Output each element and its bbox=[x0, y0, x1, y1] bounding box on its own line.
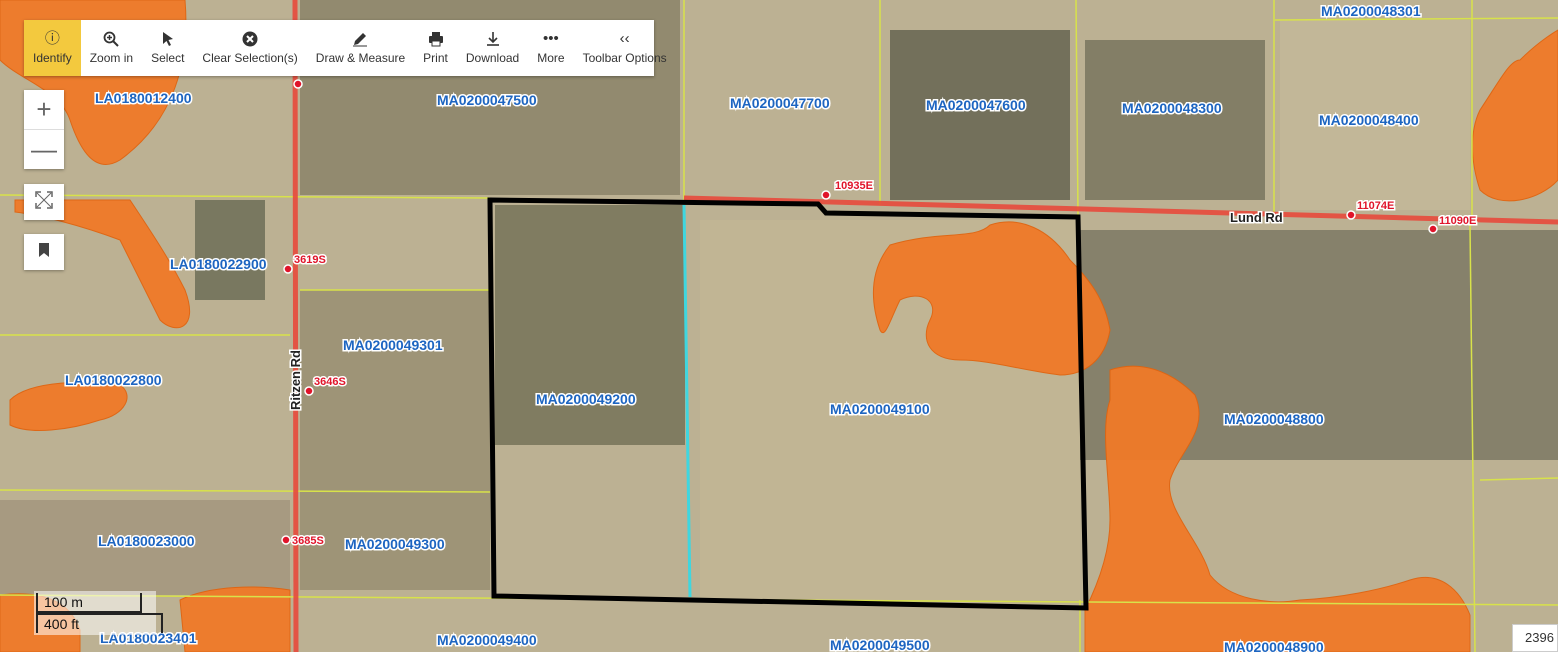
address-point[interactable] bbox=[293, 79, 303, 89]
parcel-label[interactable]: MA0200049500 bbox=[829, 636, 932, 652]
clear-selection-label: Clear Selection(s) bbox=[202, 51, 298, 65]
bookmark-icon bbox=[38, 242, 50, 263]
identify-button[interactable]: ⓘ Identify bbox=[24, 20, 81, 76]
parcel-label[interactable]: LA0180023000 bbox=[97, 532, 197, 551]
parcel-label[interactable]: MA0200047700 bbox=[729, 94, 832, 113]
scale-bar: 100 m 400 ft bbox=[34, 591, 163, 635]
clear-selection-button[interactable]: Clear Selection(s) bbox=[193, 20, 306, 76]
minus-icon: — bbox=[31, 134, 57, 164]
full-extent-button[interactable] bbox=[24, 184, 64, 220]
parcel-label[interactable]: MA0200049200 bbox=[535, 390, 638, 409]
clear-circle-icon bbox=[242, 31, 258, 49]
parcel-label[interactable]: MA0200049301 bbox=[342, 336, 445, 355]
parcel-label[interactable]: MA0200048301 bbox=[1320, 2, 1423, 21]
coordinate-readout: 2396 bbox=[1512, 624, 1558, 652]
plus-icon: + bbox=[36, 94, 52, 124]
magnifier-plus-icon bbox=[103, 31, 120, 49]
parcel-label[interactable]: MA0200048800 bbox=[1223, 410, 1326, 429]
print-button[interactable]: Print bbox=[414, 20, 457, 76]
print-label: Print bbox=[423, 51, 448, 65]
ellipsis-icon: ••• bbox=[543, 30, 559, 47]
address-point[interactable] bbox=[304, 386, 314, 396]
download-button[interactable]: Download bbox=[457, 20, 528, 76]
road-label-lund: Lund Rd bbox=[1230, 210, 1283, 225]
zoom-in-label: Zoom in bbox=[89, 51, 134, 65]
double-chevron-left-icon: ‹‹ bbox=[619, 30, 630, 47]
more-label: More bbox=[537, 51, 565, 65]
scale-imperial: 400 ft bbox=[36, 613, 163, 633]
address-label: 3646S bbox=[314, 376, 346, 388]
toolbar-options-label: Toolbar Options bbox=[582, 51, 667, 65]
address-label: 11090E bbox=[1439, 215, 1476, 227]
parcel-label[interactable]: MA0200049400 bbox=[436, 631, 539, 650]
more-button[interactable]: ••• More bbox=[528, 20, 573, 76]
address-label: 3619S bbox=[294, 254, 326, 266]
info-icon: ⓘ bbox=[44, 30, 60, 47]
zoom-in-plus-button[interactable]: + bbox=[24, 90, 64, 129]
address-label: 11074E bbox=[1357, 200, 1394, 212]
address-point[interactable] bbox=[283, 264, 293, 274]
address-point[interactable] bbox=[281, 535, 291, 545]
scale-metric: 100 m bbox=[36, 593, 142, 613]
parcel-label[interactable]: MA0200049300 bbox=[344, 535, 447, 554]
map-canvas[interactable]: LA0180012400 MA0200047500 MA0200047700 M… bbox=[0, 0, 1558, 652]
expand-arrows-icon bbox=[35, 190, 53, 214]
parcel-label[interactable]: LA0180022800 bbox=[64, 371, 164, 390]
parcel-label[interactable]: MA0200048900 bbox=[1223, 638, 1326, 652]
toolbar-options-button[interactable]: ‹‹ Toolbar Options bbox=[574, 20, 676, 76]
zoom-out-button[interactable]: — bbox=[24, 129, 64, 169]
download-icon bbox=[485, 31, 501, 49]
pencil-icon bbox=[352, 31, 368, 49]
draw-measure-label: Draw & Measure bbox=[315, 51, 406, 65]
printer-icon bbox=[428, 31, 444, 49]
map-toolbar: ⓘ Identify Zoom in Select Clear Selectio… bbox=[24, 20, 667, 76]
parcel-label[interactable]: MA0200048300 bbox=[1121, 99, 1224, 118]
parcel-label[interactable]: MA0200049100 bbox=[829, 400, 932, 419]
draw-measure-button[interactable]: Draw & Measure bbox=[307, 20, 414, 76]
parcel-label[interactable]: MA0200048400 bbox=[1318, 111, 1421, 130]
identify-label: Identify bbox=[33, 51, 72, 65]
road-label-ritzen: Ritzen Rd bbox=[288, 350, 303, 410]
parcel-label[interactable]: MA0200047500 bbox=[436, 91, 539, 110]
zoom-in-button[interactable]: Zoom in bbox=[81, 20, 142, 76]
download-label: Download bbox=[465, 51, 520, 65]
address-point[interactable] bbox=[821, 190, 831, 200]
parcel-label[interactable]: LA0180022900 bbox=[169, 255, 269, 274]
zoom-control: + — bbox=[24, 90, 64, 169]
address-point[interactable] bbox=[1428, 224, 1438, 234]
select-button[interactable]: Select bbox=[142, 20, 193, 76]
select-label: Select bbox=[151, 51, 185, 65]
cursor-arrow-icon bbox=[160, 31, 176, 49]
parcel-label[interactable]: LA0180012400 bbox=[94, 89, 194, 108]
address-label: 10935E bbox=[835, 180, 873, 192]
address-point[interactable] bbox=[1346, 210, 1356, 220]
bookmark-button[interactable] bbox=[24, 234, 64, 270]
parcel-label[interactable]: MA0200047600 bbox=[925, 96, 1028, 115]
address-label: 3685S bbox=[292, 535, 324, 547]
